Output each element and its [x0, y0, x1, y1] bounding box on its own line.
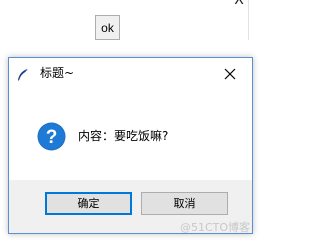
- ok-button[interactable]: ok: [95, 15, 120, 40]
- close-icon[interactable]: [223, 66, 237, 80]
- background-close-icon[interactable]: X: [232, 0, 246, 7]
- feather-icon: [16, 67, 30, 82]
- dialog-body: ? 内容：要吃饭嘛?: [9, 89, 252, 181]
- cancel-button[interactable]: 取消: [141, 192, 228, 215]
- dialog-message: 内容：要吃饭嘛?: [78, 129, 169, 143]
- screen: X ok 标题~: [0, 0, 262, 246]
- watermark: @51CTO博客: [180, 221, 251, 234]
- dialog-title: 标题~: [40, 66, 75, 80]
- svg-text:?: ?: [46, 127, 58, 148]
- question-icon: ?: [37, 122, 66, 151]
- background-window: X ok: [0, 0, 262, 60]
- message-dialog: 标题~ ? 内容：要吃饭嘛? 确定 取消: [8, 57, 253, 234]
- background-window-frame: [248, 0, 249, 40]
- confirm-button[interactable]: 确定: [45, 192, 132, 215]
- dialog-titlebar[interactable]: 标题~: [9, 58, 252, 89]
